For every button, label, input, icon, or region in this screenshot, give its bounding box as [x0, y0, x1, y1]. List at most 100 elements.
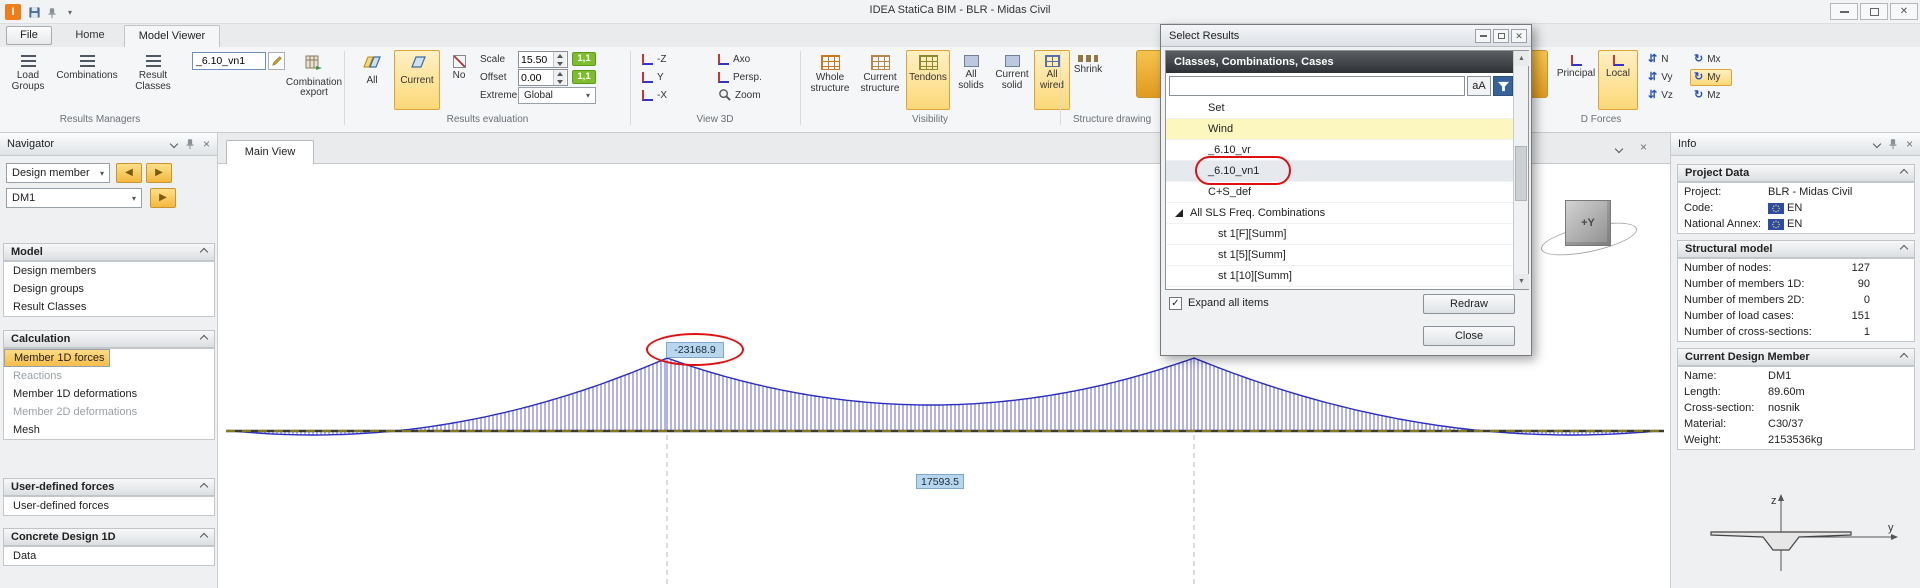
close-icon[interactable]: × [1906, 138, 1913, 150]
moment-mx-toggle[interactable]: ↻Mx [1690, 51, 1732, 68]
save-icon[interactable] [26, 5, 42, 20]
chevron-down-icon[interactable] [170, 140, 178, 148]
minimize-button[interactable] [1830, 3, 1858, 20]
current-solid-button[interactable]: Current solid [992, 50, 1032, 110]
all-solids-button[interactable]: All solids [952, 50, 990, 110]
previous-member-button[interactable]: ◀ [116, 163, 142, 183]
scale-badge[interactable]: 1,1 [572, 52, 596, 66]
nav-item-data[interactable]: Data [4, 547, 214, 565]
no-extreme-button[interactable]: No [444, 50, 474, 110]
nav-item-result-classes[interactable]: Result Classes [4, 298, 214, 316]
section-project-data[interactable]: Project Data [1677, 164, 1915, 182]
section-user-defined-forces[interactable]: User-defined forces [3, 478, 215, 496]
list-item[interactable]: _6.10_vr [1166, 140, 1513, 161]
redraw-button[interactable]: Redraw [1423, 294, 1515, 314]
filter-button[interactable] [1493, 76, 1513, 96]
list-item[interactable]: st 1[10][Summ] [1166, 266, 1513, 287]
next-member-button[interactable]: ▶ [146, 163, 172, 183]
whole-structure-button[interactable]: Whole structure [806, 50, 854, 110]
scroll-up-icon[interactable]: ▲ [1514, 51, 1529, 66]
current-results-button[interactable]: Current [394, 50, 440, 110]
tab-file[interactable]: File [6, 26, 52, 45]
nav-item-design-groups[interactable]: Design groups [4, 280, 214, 298]
combinations-button[interactable]: Combinations [54, 50, 120, 110]
view-y-button[interactable]: Y [638, 69, 710, 86]
nav-item-mesh[interactable]: Mesh [4, 421, 214, 439]
pin-icon[interactable] [44, 5, 60, 20]
offset-input[interactable] [519, 70, 553, 85]
force-vy-toggle[interactable]: ⇵Vy [1644, 69, 1686, 86]
chevron-down-icon[interactable] [1615, 145, 1623, 153]
shrink-button[interactable]: Shrink [1066, 50, 1110, 110]
tab-home[interactable]: Home [60, 26, 120, 45]
offset-badge[interactable]: 1,1 [572, 70, 596, 84]
all-results-button[interactable]: All [352, 50, 392, 110]
search-input[interactable] [1169, 76, 1465, 96]
orientation-cube[interactable]: +Y [1565, 200, 1611, 246]
close-icon[interactable]: × [1640, 141, 1647, 153]
nav-item-user-defined-forces[interactable]: User-defined forces [4, 497, 214, 515]
scrollbar[interactable]: ▲ ▼ [1513, 51, 1528, 289]
chevron-down-icon[interactable] [1873, 140, 1881, 148]
extreme-select[interactable]: Global▾ [518, 87, 596, 104]
stepper-buttons[interactable] [553, 70, 566, 85]
offset-stepper[interactable] [518, 69, 568, 86]
view-neg-z-button[interactable]: -Z [638, 51, 710, 68]
combination-export-button[interactable]: Combination export [284, 50, 344, 110]
close-icon[interactable]: × [203, 138, 210, 150]
view-zoom-button[interactable]: Zoom [714, 87, 794, 104]
view-axo-button[interactable]: Axo [714, 51, 794, 68]
scale-input[interactable] [519, 52, 553, 67]
quick-access-dropdown-icon[interactable]: ▾ [62, 5, 78, 20]
edit-pen-icon[interactable] [268, 52, 285, 70]
maximize-button[interactable] [1860, 3, 1888, 20]
tab-main-view[interactable]: Main View [226, 140, 314, 164]
list-item[interactable]: Set [1166, 98, 1513, 119]
result-class-field[interactable] [192, 52, 266, 70]
view-neg-x-button[interactable]: -X [638, 87, 710, 104]
section-current-design-member[interactable]: Current Design Member [1677, 348, 1915, 366]
dialog-close-icon[interactable]: ✕ [1511, 29, 1527, 43]
principal-forces-button[interactable]: Principal [1556, 50, 1596, 110]
pin-icon[interactable] [184, 138, 196, 150]
nav-item-member-1d-forces[interactable]: Member 1D forces [4, 349, 110, 367]
expand-all-checkbox[interactable]: ✓ [1169, 297, 1182, 310]
list-item[interactable]: Wind [1166, 119, 1513, 140]
force-vz-toggle[interactable]: ⇵Vz [1644, 87, 1686, 104]
scroll-down-icon[interactable]: ▼ [1514, 274, 1529, 289]
nav-item-member-2d-deformations[interactable]: Member 2D deformations [4, 403, 214, 421]
scrollbar-thumb[interactable] [1515, 146, 1527, 201]
moment-my-toggle[interactable]: ↻My [1690, 69, 1732, 86]
section-model[interactable]: Model [3, 243, 215, 261]
section-concrete-design-1d[interactable]: Concrete Design 1D [3, 528, 215, 546]
nav-item-reactions[interactable]: Reactions [4, 367, 214, 385]
all-wired-button[interactable]: All wired [1034, 50, 1070, 110]
view-persp-button[interactable]: Persp. [714, 69, 794, 86]
tab-model-viewer[interactable]: Model Viewer [124, 25, 220, 47]
result-classes-button[interactable]: Result Classes [122, 50, 184, 110]
current-structure-button[interactable]: Current structure [856, 50, 904, 110]
member-select[interactable]: DM1▾ [6, 188, 142, 208]
section-calculation[interactable]: Calculation [3, 330, 215, 348]
stepper-buttons[interactable] [553, 52, 566, 67]
list-item[interactable]: C+S_def [1166, 182, 1513, 203]
list-item[interactable]: st 1[F][Summ] [1166, 224, 1513, 245]
close-button[interactable]: ✕ [1890, 3, 1918, 20]
nav-item-member-1d-deformations[interactable]: Member 1D deformations [4, 385, 214, 403]
section-structural-model[interactable]: Structural model [1677, 240, 1915, 258]
dialog-maximize-button[interactable] [1493, 29, 1509, 43]
moment-mz-toggle[interactable]: ↻Mz [1690, 87, 1732, 104]
tendons-button[interactable]: Tendons [906, 50, 950, 110]
local-forces-button[interactable]: Local [1598, 50, 1638, 110]
scale-stepper[interactable] [518, 51, 568, 68]
list-item[interactable]: st 1[5][Summ] [1166, 245, 1513, 266]
list-group-item[interactable]: All SLS Freq. Combinations [1166, 203, 1513, 224]
match-case-button[interactable]: aA [1467, 76, 1491, 96]
close-button[interactable]: Close [1423, 326, 1515, 346]
load-groups-button[interactable]: Load Groups [4, 50, 52, 110]
nav-item-design-members[interactable]: Design members [4, 262, 214, 280]
pin-icon[interactable] [1887, 138, 1899, 150]
list-item-selected[interactable]: _6.10_vn1 [1166, 161, 1513, 182]
force-n-toggle[interactable]: ⇵N [1644, 51, 1686, 68]
dialog-minimize-button[interactable] [1475, 29, 1491, 43]
